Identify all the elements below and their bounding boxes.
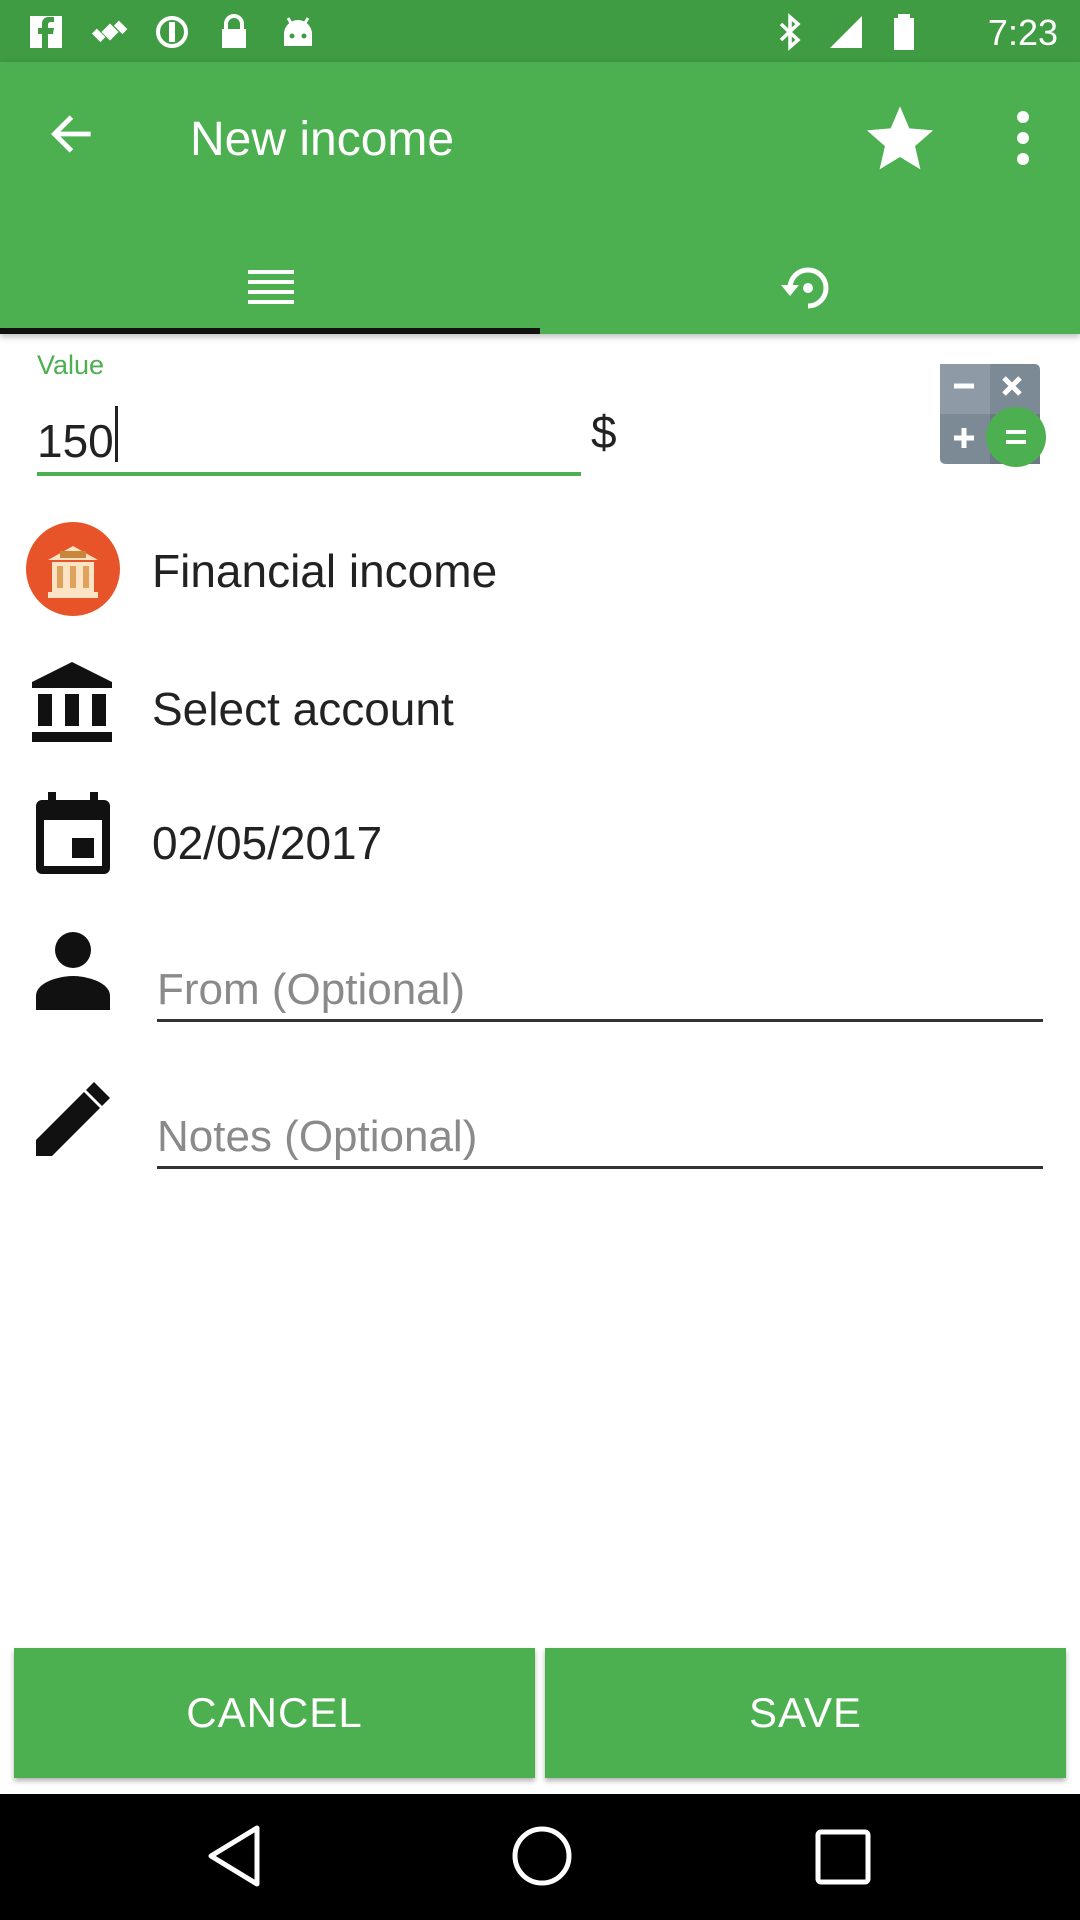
recents-nav-icon[interactable] (814, 1828, 872, 1886)
arrow-back-icon[interactable] (44, 106, 100, 162)
from-input[interactable] (157, 952, 1043, 1019)
calendar-icon (36, 792, 110, 874)
calculator-icon[interactable] (938, 362, 1050, 472)
value-label: Value (37, 350, 105, 380)
tab-list[interactable] (0, 258, 540, 334)
from-field[interactable] (157, 952, 1043, 1022)
page-title: New income (190, 113, 455, 166)
value-input[interactable]: 150 (37, 400, 581, 476)
signal-icon (830, 16, 862, 48)
text-caret (115, 406, 118, 462)
value-amount: 150 (37, 415, 114, 467)
app-bar: New income (0, 62, 1080, 334)
list-icon (248, 270, 294, 304)
date-row[interactable]: 02/05/2017 (0, 780, 1080, 896)
star-icon[interactable] (862, 100, 938, 176)
lock-icon (222, 14, 246, 48)
back-nav-icon[interactable] (205, 1824, 265, 1888)
navigation-bar (0, 1794, 1080, 1920)
category-row[interactable]: Financial income (0, 510, 1080, 630)
more-vert-icon[interactable] (1010, 108, 1036, 168)
cancel-button[interactable]: CANCEL (14, 1648, 535, 1778)
status-time: 7:23 (987, 12, 1058, 53)
bank-category-icon (26, 522, 120, 616)
battery-icon (894, 14, 914, 50)
save-button[interactable]: SAVE (545, 1648, 1066, 1778)
account-row[interactable]: Select account (0, 646, 1080, 762)
currency-symbol: $ (591, 406, 617, 458)
person-icon (36, 932, 110, 1010)
pencil-icon (36, 1082, 110, 1156)
tab-indicator (0, 328, 540, 334)
account-select: Select account (152, 683, 454, 735)
sync-icon (156, 16, 188, 48)
home-nav-icon[interactable] (510, 1824, 574, 1888)
notes-field[interactable] (157, 1099, 1043, 1169)
facebook-icon (30, 16, 62, 48)
satellite-icon (91, 20, 128, 43)
notes-input[interactable] (157, 1099, 1043, 1166)
category-label: Financial income (152, 545, 498, 597)
date-value: 02/05/2017 (152, 817, 383, 869)
history-icon (781, 267, 829, 309)
bluetooth-icon (779, 13, 801, 51)
bank-icon (32, 662, 112, 742)
status-bar: 7:23 (0, 0, 1080, 62)
android-icon (284, 17, 312, 46)
tab-history[interactable] (540, 258, 1080, 334)
